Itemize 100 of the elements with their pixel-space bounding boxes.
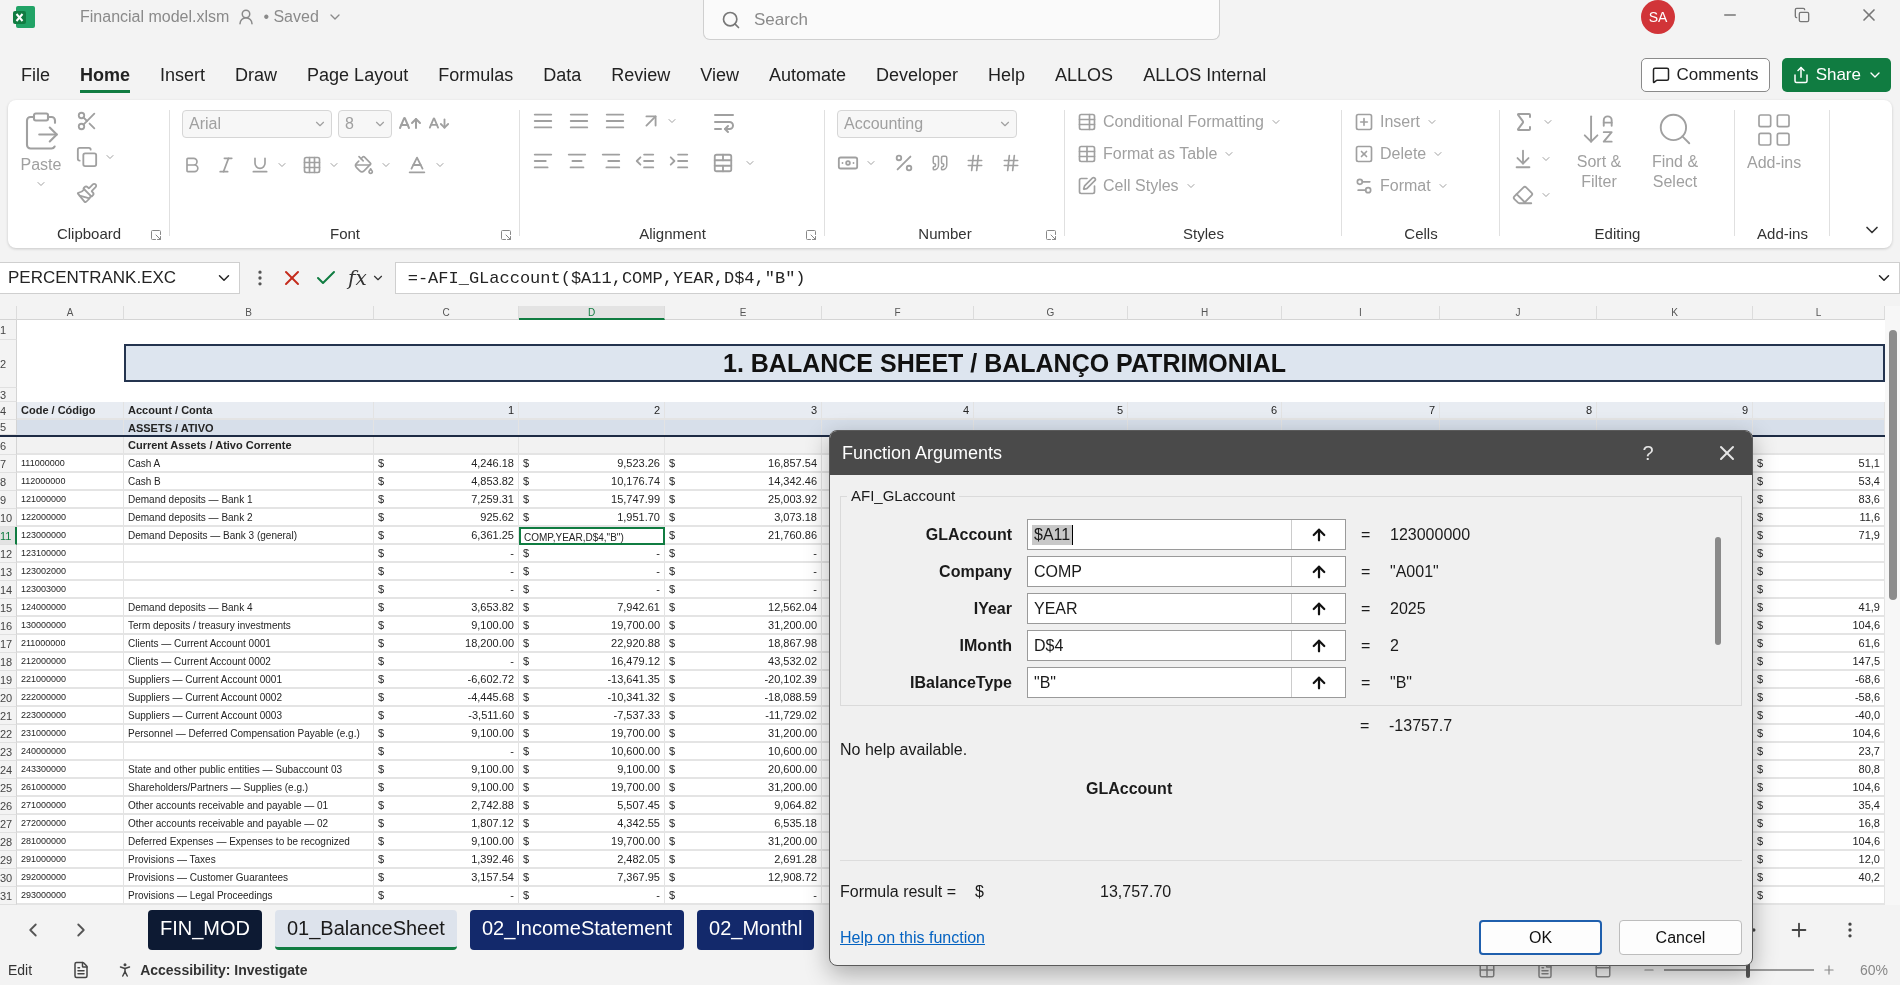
row-header[interactable]: 26 <box>0 797 17 815</box>
share-button[interactable]: Share <box>1781 58 1891 92</box>
currency-sign: $ <box>669 817 676 829</box>
argument-field[interactable]: COMP <box>1027 556 1346 587</box>
row-header[interactable]: 22 <box>0 725 17 743</box>
menu-tab[interactable]: Help <box>973 57 1041 93</box>
argument-field[interactable]: $A11 <box>1027 519 1346 550</box>
row-header[interactable]: 23 <box>0 743 17 761</box>
row-header[interactable]: 19 <box>0 671 17 689</box>
column-header[interactable]: K <box>1597 306 1753 320</box>
argument-result: 123000000 <box>1390 525 1472 544</box>
row-header[interactable]: 27 <box>0 815 17 833</box>
row-header[interactable]: 31 <box>0 887 17 905</box>
argument-field[interactable]: YEAR <box>1027 593 1346 624</box>
row-header[interactable]: 15 <box>0 599 17 617</box>
zoom-in-icon[interactable] <box>1821 963 1836 977</box>
column-header[interactable]: C <box>374 306 519 320</box>
menu-tab[interactable]: View <box>685 57 754 93</box>
column-header[interactable]: E <box>665 306 822 320</box>
group-label: Clipboard <box>56 224 122 242</box>
column-header[interactable]: J <box>1440 306 1597 320</box>
sheet-tab[interactable]: 02_Monthl <box>697 910 815 950</box>
menu-tab[interactable]: ALLOS Internal <box>1128 57 1282 93</box>
accessibility-status[interactable]: Accessibility: Investigate <box>140 962 308 978</box>
row-header[interactable]: 14 <box>0 581 17 599</box>
amount: 1,951.70 <box>617 511 660 523</box>
row-header[interactable]: 6 <box>0 437 17 455</box>
column-header[interactable]: L <box>1753 306 1885 320</box>
sheet-tab[interactable]: 02_IncomeStatement <box>469 910 685 950</box>
column-header[interactable]: B <box>124 306 374 320</box>
row-header[interactable]: 28 <box>0 833 17 851</box>
dialog-button[interactable]: OK <box>1479 920 1602 955</box>
help-button[interactable]: ? <box>1618 431 1678 475</box>
row-header[interactable]: 2 <box>0 340 17 388</box>
menu-tab[interactable]: File <box>6 57 65 93</box>
row-header[interactable]: 16 <box>0 617 17 635</box>
row-header[interactable]: 9 <box>0 491 17 509</box>
menu-tab[interactable]: Formulas <box>423 57 529 93</box>
file-name: Financial model.xlsm <box>80 8 230 26</box>
currency-sign: $ <box>1757 637 1764 649</box>
scroll-thumb[interactable] <box>1888 330 1897 600</box>
argument-field[interactable]: D$4 <box>1027 630 1346 661</box>
menu-tab[interactable]: Review <box>596 57 686 93</box>
menu-tab[interactable]: Page Layout <box>292 57 424 93</box>
row-header[interactable]: 24 <box>0 761 17 779</box>
vertical-scrollbar[interactable] <box>1885 306 1900 905</box>
amount: -58,6 <box>1854 691 1880 703</box>
column-header[interactable]: H <box>1128 306 1282 320</box>
amount: -6,602.72 <box>467 673 514 685</box>
insert-function-button[interactable]: fx <box>348 266 385 290</box>
row-header[interactable]: 17 <box>0 635 17 653</box>
formula-field[interactable]: =-AFI_GLaccount($A11,COMP,YEAR,D$4,"B") <box>394 262 1900 294</box>
column-header[interactable]: G <box>974 306 1128 320</box>
row-header[interactable]: 4 <box>0 402 17 420</box>
currency-sign: $ <box>669 565 676 577</box>
name-box[interactable]: PERCENTRANK.EXC <box>0 262 240 294</box>
menu-tab[interactable]: Data <box>528 57 597 93</box>
menu-tab[interactable]: Developer <box>861 57 974 93</box>
restore-icon[interactable] <box>1794 7 1810 23</box>
menu-tab[interactable]: Automate <box>753 57 861 93</box>
row-header[interactable]: 29 <box>0 851 17 869</box>
dialog-button[interactable]: Cancel <box>1619 920 1742 955</box>
mode-indicator: Edit <box>8 962 33 978</box>
row-header[interactable]: 11 <box>0 527 17 545</box>
comments-button[interactable]: Comments <box>1641 58 1770 92</box>
row-header[interactable]: 18 <box>0 653 17 671</box>
row-header[interactable]: 20 <box>0 689 17 707</box>
active-cell[interactable]: COMP,YEAR,D$4,"B") <box>519 527 665 545</box>
menu-tab[interactable]: ALLOS <box>1040 57 1129 93</box>
column-header[interactable]: A <box>17 306 124 320</box>
row-header[interactable]: 8 <box>0 473 17 491</box>
row-header[interactable]: 7 <box>0 455 17 473</box>
user-avatar[interactable]: SA <box>1641 0 1675 34</box>
sheet-tab[interactable]: FIN_MOD <box>148 910 262 950</box>
argument-field[interactable]: "B" <box>1027 667 1346 698</box>
period-number: 2 <box>653 404 660 416</box>
menu-tab[interactable]: Draw <box>220 57 293 93</box>
column-header[interactable]: F <box>822 306 974 320</box>
currency-sign: $ <box>378 745 385 757</box>
scrollbar[interactable] <box>1715 537 1721 645</box>
currency-sign: $ <box>669 547 676 559</box>
row-header[interactable]: 3 <box>0 388 17 402</box>
row-header[interactable]: 13 <box>0 563 17 581</box>
row-header[interactable]: 1 <box>0 320 17 340</box>
currency-sign: $ <box>1757 871 1764 883</box>
menu-tab[interactable]: Insert <box>145 57 221 93</box>
select-all-corner[interactable] <box>0 306 17 320</box>
row-header[interactable]: 30 <box>0 869 17 887</box>
column-header[interactable]: D <box>519 306 665 320</box>
help-link[interactable]: Help on this function <box>840 928 985 947</box>
row-header[interactable]: 21 <box>0 707 17 725</box>
row-header[interactable]: 25 <box>0 779 17 797</box>
row-header[interactable]: 12 <box>0 545 17 563</box>
row-header[interactable]: 10 <box>0 509 17 527</box>
account-code: 291000000 <box>21 854 67 864</box>
sheet-tab[interactable]: 01_BalanceSheet <box>275 910 457 950</box>
currency-sign: $ <box>378 601 385 613</box>
currency-sign: $ <box>378 835 385 847</box>
row-header[interactable]: 5 <box>0 420 17 435</box>
column-header[interactable]: I <box>1282 306 1440 320</box>
